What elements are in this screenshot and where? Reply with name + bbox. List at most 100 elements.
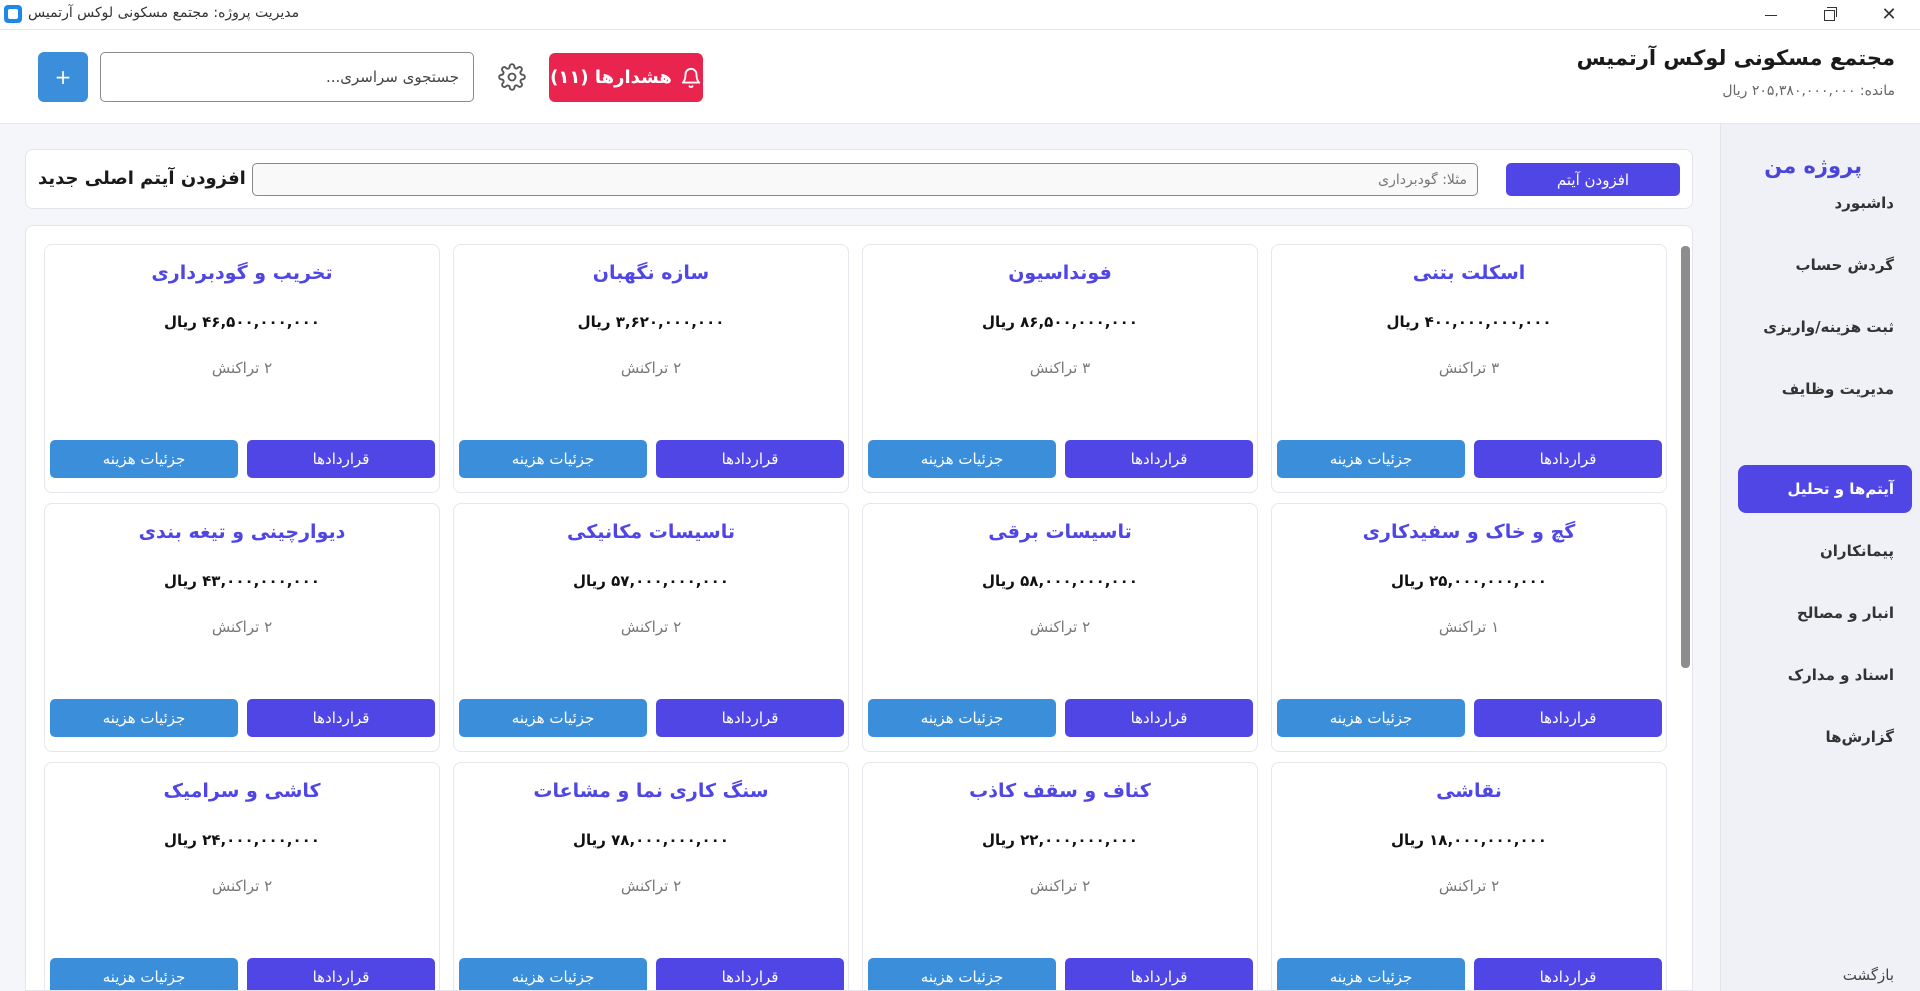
item-card: سازه نگهبان ۳,۶۲۰,۰۰۰,۰۰۰ ریال ۲ تراکنش قرا…	[453, 244, 849, 493]
card-body: تاسیسات برقی ۵۸,۰۰۰,۰۰۰,۰۰۰ ریال ۲ تراکنش	[863, 504, 1257, 660]
contracts-button[interactable]: قراردادها	[1065, 958, 1253, 990]
item-amount: ۳,۶۲۰,۰۰۰,۰۰۰ ریال	[577, 313, 725, 331]
cost-details-button[interactable]: جزئیات هزینه	[50, 958, 238, 990]
back-button[interactable]: بازگشت	[1843, 966, 1894, 984]
cost-details-button[interactable]: جزئیات هزینه	[459, 440, 647, 478]
contracts-button[interactable]: قراردادها	[656, 440, 844, 478]
contracts-button[interactable]: قراردادها	[1474, 699, 1662, 737]
item-card: اسکلت بتنی ۴۰۰,۰۰۰,۰۰۰,۰۰۰ ریال ۳ تراکنش قر…	[1271, 244, 1667, 493]
sidebar: پروژه من داشبورد گردش حساب ثبت هزینه/وار…	[1720, 124, 1920, 991]
cost-details-button[interactable]: جزئیات هزینه	[459, 699, 647, 737]
add-item-panel: افزودن آیتم اصلی جدید افزودن آیتم	[25, 149, 1693, 209]
items-grid: اسکلت بتنی ۴۰۰,۰۰۰,۰۰۰,۰۰۰ ریال ۳ تراکنش قر…	[25, 225, 1693, 991]
sidebar-brand: پروژه من	[1764, 154, 1862, 178]
contracts-button[interactable]: قراردادها	[1474, 440, 1662, 478]
sidebar-item-warehouse[interactable]: انبار و مصالح	[1738, 589, 1912, 637]
item-transactions: ۲ تراکنش	[211, 618, 273, 636]
window-title: مدیریت پروژه: مجتمع مسکونی لوکس آرتمیس	[28, 5, 300, 21]
cost-details-button[interactable]: جزئیات هزینه	[1277, 699, 1465, 737]
item-amount: ۲۵,۰۰۰,۰۰۰,۰۰۰ ریال	[1391, 572, 1547, 590]
sidebar-item-documents[interactable]: اسناد و مدارک	[1738, 651, 1912, 699]
cost-details-button[interactable]: جزئیات هزینه	[1277, 958, 1465, 990]
item-name: نقاشی	[1436, 780, 1502, 802]
item-name: کناف و سقف کاذب	[969, 780, 1151, 802]
item-transactions: ۲ تراکنش	[211, 359, 273, 377]
contracts-button[interactable]: قراردادها	[247, 699, 435, 737]
item-amount: ۲۴,۰۰۰,۰۰۰,۰۰۰ ریال	[164, 831, 320, 849]
card-body: نقاشی ۱۸,۰۰۰,۰۰۰,۰۰۰ ریال ۲ تراکنش	[1272, 763, 1666, 919]
item-amount: ۸۶,۵۰۰,۰۰۰,۰۰۰ ریال	[982, 313, 1138, 331]
item-transactions: ۳ تراکنش	[1438, 359, 1500, 377]
alerts-label: هشدارها (۱۱)	[550, 67, 672, 88]
item-transactions: ۲ تراکنش	[1029, 618, 1091, 636]
project-title: مجتمع مسکونی لوکس آرتمیس	[1576, 46, 1895, 70]
cost-details-button[interactable]: جزئیات هزینه	[868, 440, 1056, 478]
alerts-button[interactable]: هشدارها (۱۱)	[549, 53, 703, 102]
card-body: اسکلت بتنی ۴۰۰,۰۰۰,۰۰۰,۰۰۰ ریال ۳ تراکنش	[1272, 245, 1666, 401]
sidebar-item-tasks[interactable]: مدیریت وظایف	[1738, 365, 1912, 413]
sidebar-item-dashboard[interactable]: داشبورد	[1738, 179, 1912, 227]
item-name: سازه نگهبان	[592, 262, 710, 284]
item-name: تاسیسات مکانیکی	[567, 521, 735, 543]
item-name: فونداسیون	[1008, 262, 1112, 284]
add-item-title: افزودن آیتم اصلی جدید	[38, 168, 246, 189]
item-transactions: ۲ تراکنش	[620, 618, 682, 636]
sidebar-item-reports[interactable]: گزارش‌ها	[1738, 713, 1912, 761]
title-bar: مدیریت پروژه: مجتمع مسکونی لوکس آرتمیس ✕	[0, 0, 1920, 30]
settings-button[interactable]	[498, 63, 526, 91]
maximize-button[interactable]	[1806, 0, 1852, 30]
item-name: تاسیسات برقی	[988, 521, 1132, 543]
top-header: مجتمع مسکونی لوکس آرتمیس مانده: ۲۰۵,۳۸۰,…	[0, 30, 1920, 124]
card-body: کناف و سقف کاذب ۲۲,۰۰۰,۰۰۰,۰۰۰ ریال ۲ تراک…	[863, 763, 1257, 919]
item-card: تاسیسات برقی ۵۸,۰۰۰,۰۰۰,۰۰۰ ریال ۲ تراکنش ق…	[862, 503, 1258, 752]
item-transactions: ۳ تراکنش	[1029, 359, 1091, 377]
cost-details-button[interactable]: جزئیات هزینه	[868, 958, 1056, 990]
item-amount: ۵۸,۰۰۰,۰۰۰,۰۰۰ ریال	[982, 572, 1138, 590]
minimize-button[interactable]	[1748, 0, 1794, 30]
contracts-button[interactable]: قراردادها	[247, 440, 435, 478]
scrollbar[interactable]	[1681, 246, 1690, 668]
sidebar-item-account-flow[interactable]: گردش حساب	[1738, 241, 1912, 289]
restore-icon	[1823, 6, 1837, 21]
contracts-button[interactable]: قراردادها	[1474, 958, 1662, 990]
project-balance: مانده: ۲۰۵,۳۸۰,۰۰۰,۰۰۰ ریال	[1722, 83, 1895, 99]
global-search-input[interactable]	[100, 52, 474, 102]
add-item-button[interactable]: افزودن آیتم	[1506, 163, 1680, 196]
item-card: کاشی و سرامیک ۲۴,۰۰۰,۰۰۰,۰۰۰ ریال ۲ تراکنش…	[44, 762, 440, 990]
item-card: دیوارچینی و تیغه بندی ۴۳,۰۰۰,۰۰۰,۰۰۰ ریال…	[44, 503, 440, 752]
cost-details-button[interactable]: جزئیات هزینه	[459, 958, 647, 990]
contracts-button[interactable]: قراردادها	[656, 699, 844, 737]
card-body: کاشی و سرامیک ۲۴,۰۰۰,۰۰۰,۰۰۰ ریال ۲ تراکنش	[45, 763, 439, 919]
add-button[interactable]: +	[38, 52, 88, 102]
card-body: دیوارچینی و تیغه بندی ۴۳,۰۰۰,۰۰۰,۰۰۰ ریال…	[45, 504, 439, 660]
item-name-input[interactable]	[252, 163, 1478, 196]
contracts-button[interactable]: قراردادها	[656, 958, 844, 990]
sidebar-item-record-expense[interactable]: ثبت هزینه/واریزی	[1738, 303, 1912, 351]
item-card: گچ و خاک و سفیدکاری ۲۵,۰۰۰,۰۰۰,۰۰۰ ریال ۱ …	[1271, 503, 1667, 752]
card-body: گچ و خاک و سفیدکاری ۲۵,۰۰۰,۰۰۰,۰۰۰ ریال ۱ …	[1272, 504, 1666, 660]
sidebar-item-items-analysis[interactable]: آیتم‌ها و تحلیل	[1738, 465, 1912, 513]
item-card: تاسیسات مکانیکی ۵۷,۰۰۰,۰۰۰,۰۰۰ ریال ۲ تراک…	[453, 503, 849, 752]
item-transactions: ۲ تراکنش	[620, 877, 682, 895]
contracts-button[interactable]: قراردادها	[1065, 440, 1253, 478]
sidebar-item-contractors[interactable]: پیمانکاران	[1738, 527, 1912, 575]
card-body: تاسیسات مکانیکی ۵۷,۰۰۰,۰۰۰,۰۰۰ ریال ۲ تراک…	[454, 504, 848, 660]
contracts-button[interactable]: قراردادها	[247, 958, 435, 990]
item-amount: ۴۰۰,۰۰۰,۰۰۰,۰۰۰ ریال	[1386, 313, 1552, 331]
contracts-button[interactable]: قراردادها	[1065, 699, 1253, 737]
item-amount: ۴۶,۵۰۰,۰۰۰,۰۰۰ ریال	[164, 313, 320, 331]
close-button[interactable]: ✕	[1866, 0, 1912, 30]
cost-details-button[interactable]: جزئیات هزینه	[50, 699, 238, 737]
item-card: فونداسیون ۸۶,۵۰۰,۰۰۰,۰۰۰ ریال ۳ تراکنش قرار…	[862, 244, 1258, 493]
item-transactions: ۲ تراکنش	[620, 359, 682, 377]
cost-details-button[interactable]: جزئیات هزینه	[1277, 440, 1465, 478]
cost-details-button[interactable]: جزئیات هزینه	[868, 699, 1056, 737]
item-amount: ۲۲,۰۰۰,۰۰۰,۰۰۰ ریال	[982, 831, 1138, 849]
item-amount: ۱۸,۰۰۰,۰۰۰,۰۰۰ ریال	[1391, 831, 1547, 849]
item-card: سنگ کاری نما و مشاعات ۷۸,۰۰۰,۰۰۰,۰۰۰ ریال…	[453, 762, 849, 990]
cost-details-button[interactable]: جزئیات هزینه	[50, 440, 238, 478]
minimize-icon	[1765, 14, 1777, 16]
item-amount: ۵۷,۰۰۰,۰۰۰,۰۰۰ ریال	[573, 572, 729, 590]
item-transactions: ۲ تراکنش	[1029, 877, 1091, 895]
item-card: تخریب و گودبرداری ۴۶,۵۰۰,۰۰۰,۰۰۰ ریال ۲ تر…	[44, 244, 440, 493]
